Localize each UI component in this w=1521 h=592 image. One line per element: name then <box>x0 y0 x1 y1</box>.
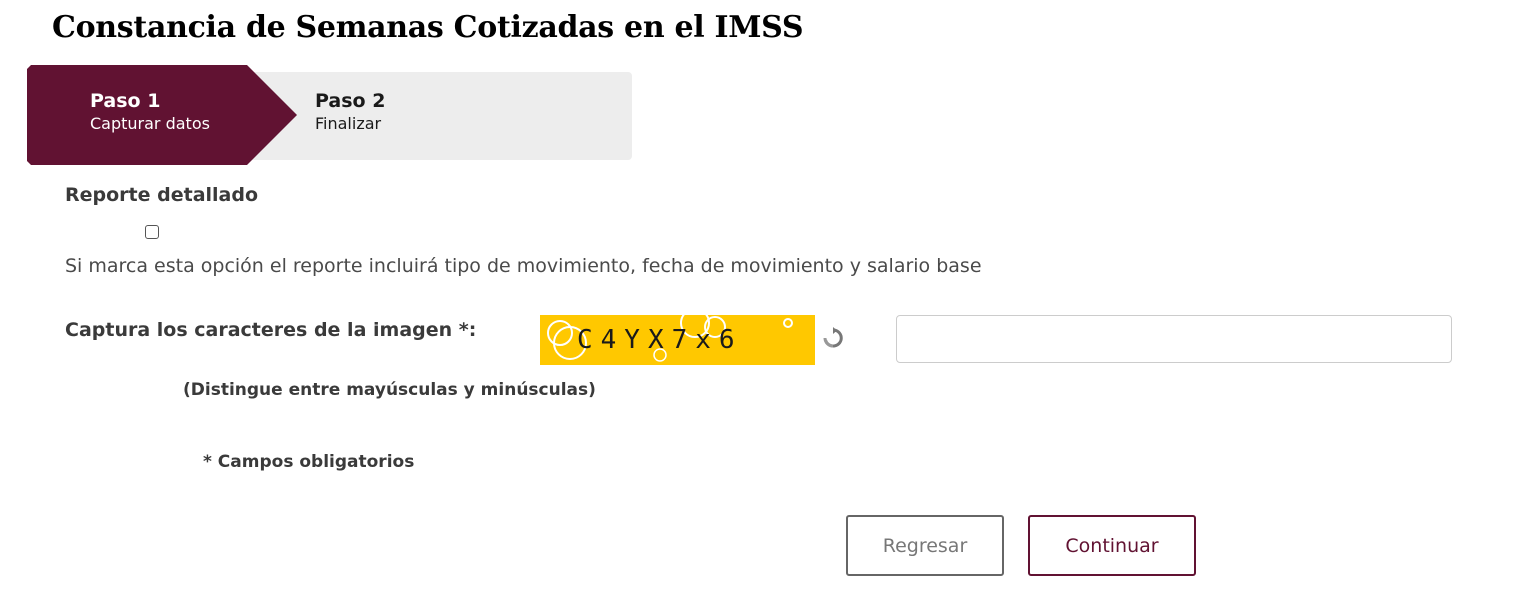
detailed-report-label: Reporte detallado <box>65 184 259 206</box>
case-sensitivity-note: (Distingue entre mayúsculas y minúsculas… <box>183 380 596 400</box>
page: Constancia de Semanas Cotizadas en el IM… <box>0 0 1521 592</box>
captcha-characters: C4YX7x6 <box>577 325 743 355</box>
stepper: Paso 1 Capturar datos Paso 2 Finalizar <box>27 65 632 165</box>
step-2-description: Finalizar <box>315 114 382 133</box>
captcha-label: Captura los caracteres de la imagen *: <box>65 319 477 341</box>
back-button[interactable]: Regresar <box>846 515 1004 576</box>
required-fields-note: * Campos obligatorios <box>203 452 415 472</box>
continue-button[interactable]: Continuar <box>1028 515 1196 576</box>
step-2: Paso 2 Finalizar <box>315 89 385 135</box>
captcha-input[interactable] <box>896 315 1452 363</box>
step-1-description: Capturar datos <box>90 114 210 133</box>
step-1: Paso 1 Capturar datos <box>90 89 210 135</box>
detailed-report-help-text: Si marca esta opción el reporte incluirá… <box>65 255 982 277</box>
detailed-report-checkbox[interactable] <box>145 225 159 239</box>
captcha-image: C4YX7x6 <box>540 315 815 365</box>
step-1-number: Paso 1 <box>90 90 161 112</box>
page-title: Constancia de Semanas Cotizadas en el IM… <box>52 10 804 45</box>
refresh-icon[interactable] <box>822 327 844 349</box>
step-2-number: Paso 2 <box>315 90 386 112</box>
